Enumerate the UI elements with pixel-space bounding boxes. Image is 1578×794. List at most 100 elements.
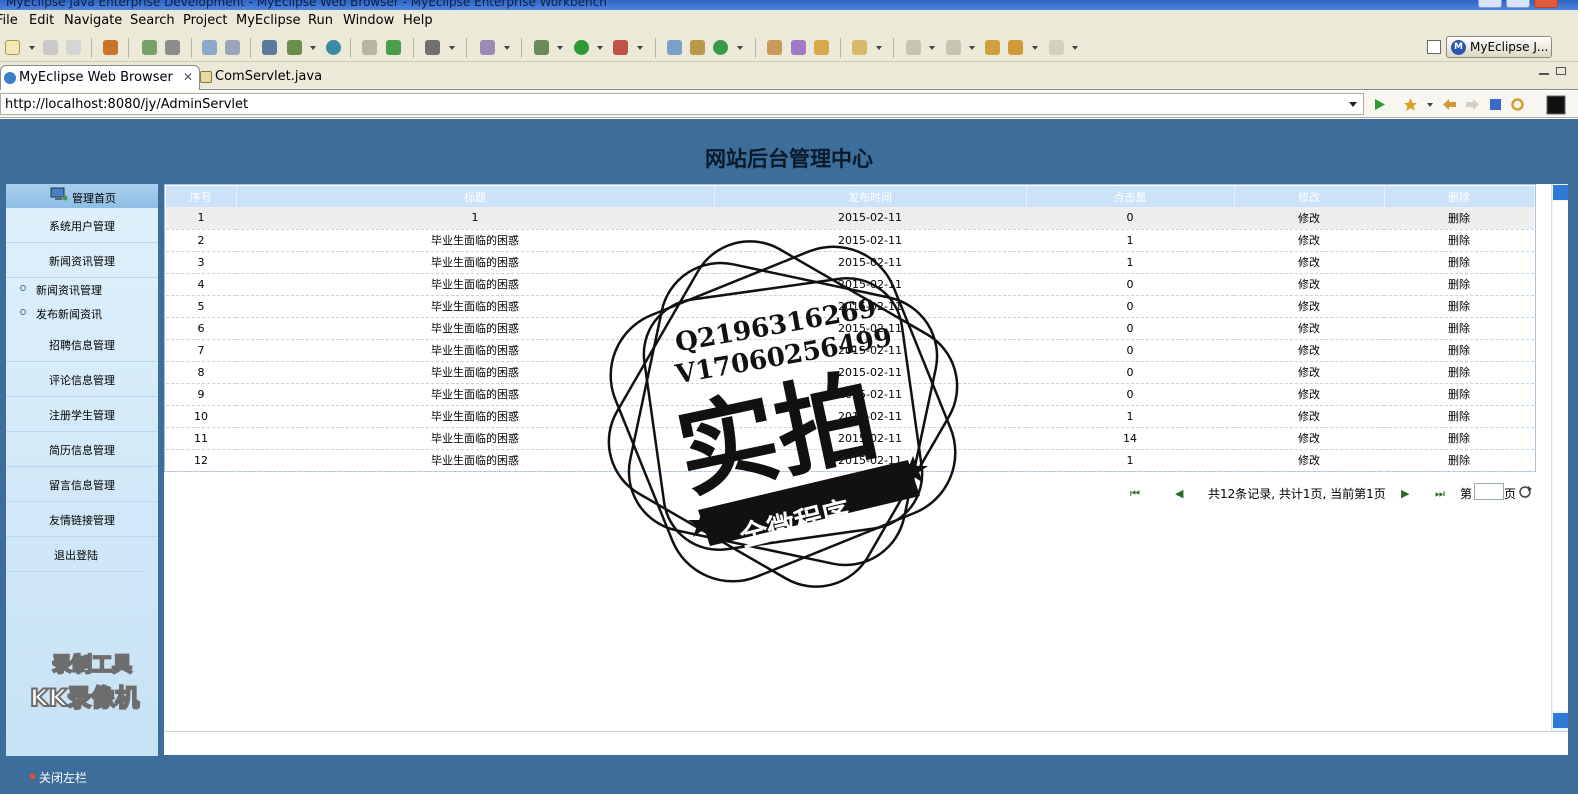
annotation-dropdown-icon[interactable]	[929, 46, 935, 50]
delete-link[interactable]: 删除	[1384, 229, 1534, 252]
open-resource-icon[interactable]	[690, 40, 705, 55]
sidebar-item-logout[interactable]: 退出登陆	[6, 537, 146, 572]
refresh-icon[interactable]	[1510, 97, 1525, 112]
new-dropdown-icon[interactable]	[29, 46, 35, 50]
sidebar-item-jobs[interactable]: 招聘信息管理	[6, 327, 158, 362]
favorite-dropdown-icon[interactable]	[1427, 103, 1433, 107]
wizard-dropdown-icon[interactable]	[504, 46, 510, 50]
open-folder-icon[interactable]	[852, 40, 867, 55]
build-icon[interactable]	[165, 40, 180, 55]
go-page-icon[interactable]	[1517, 484, 1533, 500]
menu-window[interactable]: Window	[343, 13, 394, 28]
delete-link[interactable]: 删除	[1384, 273, 1534, 296]
minimize-button[interactable]	[1478, 0, 1502, 8]
delete-link[interactable]: 删除	[1384, 317, 1534, 340]
menu-help[interactable]: Help	[403, 13, 433, 28]
print-icon[interactable]	[66, 40, 81, 55]
edit-link[interactable]: 修改	[1234, 251, 1384, 274]
forward-icon[interactable]	[1049, 40, 1064, 55]
debug-dropdown-icon[interactable]	[557, 46, 563, 50]
last-page-button[interactable]: ⏭	[1435, 487, 1451, 500]
sidebar-item-comments[interactable]: 评论信息管理	[6, 362, 158, 397]
package-icon[interactable]	[103, 40, 118, 55]
page-vertical-scrollbar[interactable]	[1551, 184, 1568, 731]
forward-icon[interactable]	[1465, 97, 1480, 112]
delete-link[interactable]: 删除	[1384, 405, 1534, 428]
new-icon[interactable]	[5, 40, 20, 55]
debug-run-icon[interactable]	[534, 40, 549, 55]
delete-link[interactable]: 删除	[1384, 207, 1534, 230]
server-dropdown-icon[interactable]	[310, 46, 316, 50]
back-icon[interactable]	[1442, 97, 1457, 112]
next-annotation-icon[interactable]	[906, 40, 921, 55]
menu-run[interactable]: Run	[308, 13, 333, 28]
next-page-button[interactable]: ▶	[1401, 487, 1417, 500]
stop-icon[interactable]	[1488, 97, 1503, 112]
close-tab-icon[interactable]: ✕	[183, 70, 193, 84]
camera-icon[interactable]	[425, 40, 440, 55]
external-dropdown-icon[interactable]	[637, 46, 643, 50]
sidebar-item-links[interactable]: 友情链接管理	[6, 502, 158, 537]
sidebar-item-resumes[interactable]: 简历信息管理	[6, 432, 158, 467]
url-field[interactable]: http://localhost:8080/jy/AdminServlet	[0, 93, 1364, 115]
tool-icon[interactable]	[362, 40, 377, 55]
page-number-input[interactable]	[1474, 483, 1504, 500]
last-edit-icon[interactable]	[985, 40, 1000, 55]
sidebar-item-students[interactable]: 注册学生管理	[6, 397, 158, 432]
close-left-panel-link[interactable]: 关闭左栏	[39, 769, 87, 786]
perspective-switcher[interactable]: M MyEclipse J...	[1446, 36, 1552, 58]
delete-link[interactable]: 删除	[1384, 339, 1534, 362]
camera-dropdown-icon[interactable]	[449, 46, 455, 50]
pin-icon[interactable]	[791, 40, 806, 55]
sidebar-item-messages[interactable]: 留言信息管理	[6, 467, 158, 502]
menu-project[interactable]: Project	[183, 13, 227, 28]
maximize-button[interactable]	[1506, 0, 1530, 8]
scroll-track[interactable]	[1553, 201, 1568, 711]
server-run-icon[interactable]	[287, 40, 302, 55]
search-icon[interactable]	[767, 40, 782, 55]
run-icon[interactable]	[574, 40, 589, 55]
sidebar-item-news[interactable]: 新闻资讯管理	[6, 243, 158, 278]
external-tools-icon[interactable]	[613, 40, 628, 55]
wizard-icon[interactable]	[480, 40, 495, 55]
scroll-down-icon[interactable]	[1553, 713, 1568, 728]
edit-link[interactable]: 修改	[1234, 427, 1384, 450]
browser-icon[interactable]	[326, 40, 341, 55]
delete-link[interactable]: 删除	[1384, 427, 1534, 450]
edit-link[interactable]: 修改	[1234, 207, 1384, 230]
scroll-up-icon[interactable]	[1553, 185, 1568, 200]
minimize-view-icon[interactable]	[1539, 67, 1549, 75]
edit-link[interactable]: 修改	[1234, 339, 1384, 362]
delete-link[interactable]: 删除	[1384, 449, 1534, 472]
url-history-dropdown-icon[interactable]	[1349, 102, 1357, 107]
menu-myeclipse[interactable]: MyEclipse	[236, 13, 301, 28]
prev-annotation-dropdown-icon[interactable]	[969, 46, 975, 50]
server-icon[interactable]	[262, 40, 277, 55]
sidebar-subitem-publish-news[interactable]: 发布新闻资讯	[6, 304, 158, 326]
edit-link[interactable]: 修改	[1234, 383, 1384, 406]
sidebar-subitem-news-manage[interactable]: 新闻资讯管理	[6, 280, 158, 302]
forward-dropdown-icon[interactable]	[1072, 46, 1078, 50]
edit-link[interactable]: 修改	[1234, 229, 1384, 252]
folder-dropdown-icon[interactable]	[876, 46, 882, 50]
tab-comservlet[interactable]: ComServlet.java	[197, 65, 328, 90]
menu-file[interactable]: File	[0, 13, 18, 28]
delete-link[interactable]: 删除	[1384, 251, 1534, 274]
first-page-button[interactable]: ⏮	[1130, 487, 1146, 500]
undeploy-icon[interactable]	[225, 40, 240, 55]
folder-icon[interactable]	[814, 40, 829, 55]
menu-search[interactable]: Search	[130, 13, 175, 28]
run-dropdown-icon[interactable]	[597, 46, 603, 50]
delete-link[interactable]: 删除	[1384, 361, 1534, 384]
back-dropdown-icon[interactable]	[1032, 46, 1038, 50]
edit-link[interactable]: 修改	[1234, 449, 1384, 472]
open-type-icon[interactable]	[667, 40, 682, 55]
go-icon[interactable]	[1372, 97, 1387, 112]
edit-link[interactable]: 修改	[1234, 405, 1384, 428]
edit-link[interactable]: 修改	[1234, 273, 1384, 296]
sidebar-item-system-users[interactable]: 系统用户管理	[6, 208, 158, 243]
terminal-icon[interactable]	[1546, 95, 1566, 115]
debug-icon[interactable]	[142, 40, 157, 55]
maximize-view-icon[interactable]	[1556, 67, 1566, 75]
delete-link[interactable]: 删除	[1384, 383, 1534, 406]
